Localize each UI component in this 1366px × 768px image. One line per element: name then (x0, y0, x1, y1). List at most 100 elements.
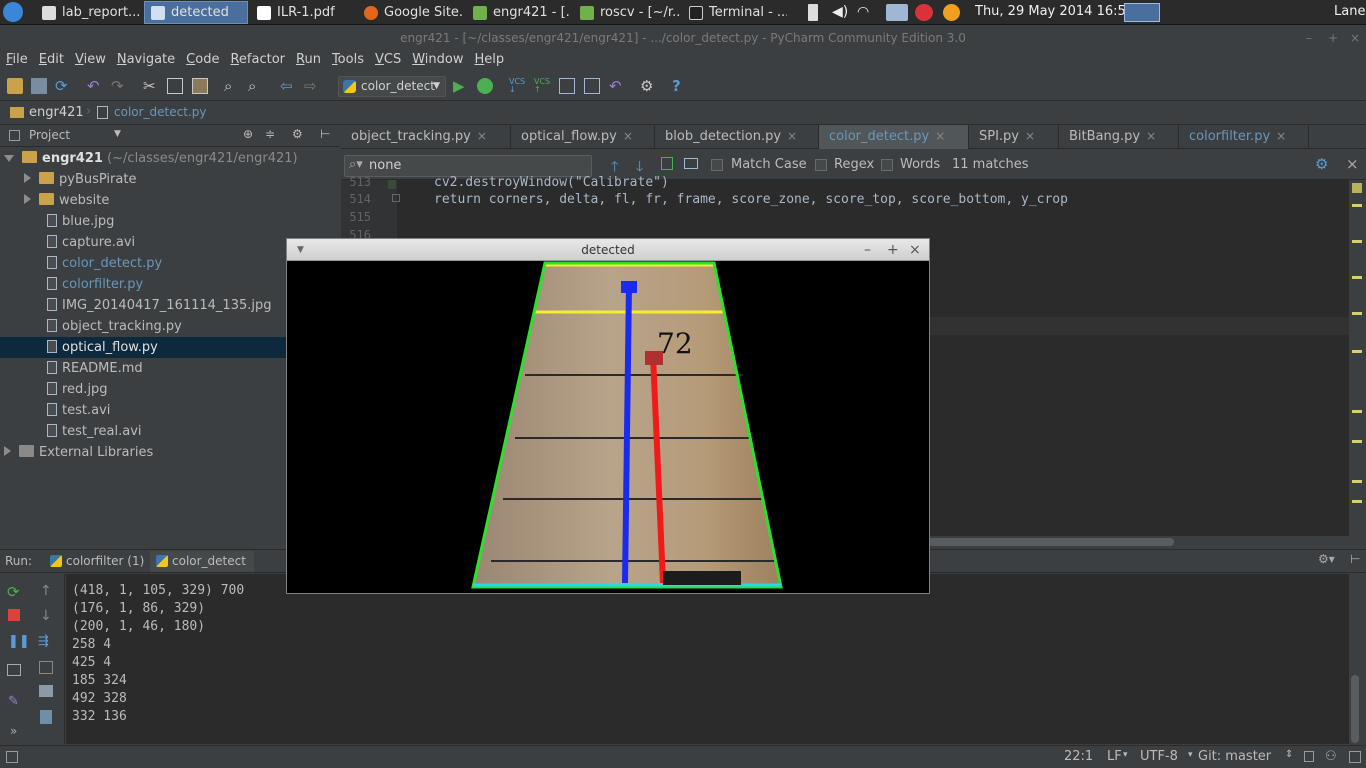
event-log-icon[interactable] (1349, 751, 1361, 763)
taskbar-item-terminal[interactable]: Terminal - ... (683, 1, 787, 24)
menu-window[interactable]: Window (406, 49, 468, 71)
vcs-compare-icon[interactable] (559, 78, 575, 94)
open-folder-icon[interactable] (7, 78, 23, 94)
line-separator[interactable]: LF (1107, 749, 1122, 764)
volume-icon[interactable]: ◀) (832, 4, 850, 21)
breadcrumb-file[interactable]: color_detect.py (114, 105, 206, 119)
pause-icon[interactable]: ❚❚ (8, 634, 30, 649)
close-find-icon[interactable]: × (1346, 155, 1359, 173)
undo-icon[interactable]: ↶ (87, 78, 103, 94)
close-tab-icon[interactable]: × (623, 129, 633, 143)
tree-item-folder[interactable]: pyBusPirate (0, 169, 340, 190)
taskbar-item-pycharm-roscv[interactable]: roscv - [~/r... (574, 1, 680, 24)
help-icon[interactable]: ? (672, 78, 688, 94)
forward-icon[interactable]: ⇨ (304, 78, 320, 94)
fold-marker-icon[interactable] (392, 194, 400, 202)
file-encoding[interactable]: UTF-8 (1140, 749, 1178, 764)
run-icon[interactable]: ▶ (453, 78, 469, 94)
expand-arrow-icon[interactable] (4, 155, 14, 162)
settings-icon[interactable]: ⚙ (640, 78, 656, 94)
menu-run[interactable]: Run (290, 49, 326, 71)
menu-file[interactable]: File (0, 49, 33, 71)
wifi-icon[interactable]: ◠ (857, 4, 877, 21)
match-case-label[interactable]: Match Case (731, 157, 807, 172)
menu-view[interactable]: View (69, 49, 111, 71)
search-input[interactable]: ⌕▾ none (344, 155, 592, 177)
paste-icon[interactable] (192, 78, 208, 94)
chevron-down-icon[interactable]: ▼ (114, 129, 121, 139)
run-config-select[interactable]: color_detect ▼ (338, 76, 446, 97)
close-tab-icon[interactable]: × (1025, 129, 1035, 143)
tab-bitbang[interactable]: BitBang.py × (1059, 125, 1179, 149)
words-checkbox[interactable] (881, 159, 893, 171)
scroll-to-end-icon[interactable] (39, 661, 53, 674)
expand-arrow-icon[interactable] (24, 173, 31, 183)
caret-position[interactable]: 22:1 (1064, 749, 1093, 764)
breadcrumb-project[interactable]: engr421 (29, 105, 84, 120)
clear-icon[interactable] (40, 710, 52, 724)
close-tab-icon[interactable]: × (1276, 129, 1286, 143)
taskbar-item-lab-report[interactable]: lab_report... (36, 1, 140, 24)
expand-icon[interactable]: » (10, 724, 17, 738)
cut-icon[interactable]: ✂ (143, 78, 159, 94)
back-icon[interactable]: ⇦ (280, 78, 296, 94)
tree-item-root[interactable]: engr421 (~/classes/engr421/engr421) (0, 148, 340, 169)
console-scrollbar[interactable] (1351, 675, 1359, 743)
menu-refactor[interactable]: Refactor (224, 49, 290, 71)
user-name[interactable]: Lane (1334, 4, 1365, 19)
expand-arrow-icon[interactable] (4, 446, 11, 456)
close-tab-icon[interactable]: × (477, 129, 487, 143)
vcs-update-icon[interactable]: VCS ↓ (509, 78, 525, 94)
replace-icon[interactable]: ⌕ (248, 78, 264, 94)
tab-blob-detection[interactable]: blob_detection.py × (655, 125, 819, 149)
menu-navigate[interactable]: Navigate (111, 49, 180, 71)
redo-icon[interactable]: ↷ (111, 78, 127, 94)
minimize-icon[interactable]: – (864, 239, 871, 261)
hide-pane-icon[interactable]: ⊢ (320, 127, 330, 141)
run-tab-color-detect[interactable]: color_detect (150, 551, 254, 572)
vcs-commit-icon[interactable]: VCS ↑ (534, 78, 550, 94)
smiley-icon[interactable] (943, 4, 960, 21)
run-console[interactable]: (418, 1, 105, 329) 700 (176, 1, 86, 329)… (66, 574, 1349, 744)
menu-tools[interactable]: Tools (326, 49, 369, 71)
vcs-revert-icon[interactable]: ↶ (609, 78, 625, 94)
words-label[interactable]: Words (900, 157, 940, 172)
close-tab-icon[interactable]: × (1146, 129, 1156, 143)
taskbar-item-detected[interactable]: detected (144, 1, 248, 24)
taskbar-item-firefox[interactable]: Google Site... (358, 1, 464, 24)
maximize-icon[interactable]: + (1328, 25, 1338, 51)
workspace-switcher[interactable] (1124, 3, 1160, 22)
tab-object-tracking[interactable]: object_tracking.py × (341, 125, 511, 149)
app-menu-icon[interactable] (3, 2, 23, 22)
select-all-icon[interactable] (684, 158, 698, 169)
find-icon[interactable]: ⌕ (224, 78, 240, 94)
rerun-icon[interactable]: ⟳ (7, 583, 20, 601)
expand-arrow-icon[interactable] (24, 194, 31, 204)
clock[interactable]: Thu, 29 May 2014 16:53 (975, 4, 1134, 19)
taskbar-item-pdf[interactable]: ILR-1.pdf (251, 1, 355, 24)
maximize-icon[interactable]: + (887, 239, 899, 261)
menu-code[interactable]: Code (180, 49, 224, 71)
window-menu-icon[interactable]: ▼ (297, 239, 304, 261)
update-icon[interactable] (915, 4, 933, 21)
detected-window[interactable]: ▼ detected – + × 72 (286, 238, 930, 594)
debug-icon[interactable] (477, 78, 493, 94)
regex-checkbox[interactable] (815, 159, 827, 171)
tree-item-folder[interactable]: website (0, 190, 340, 211)
lock-icon[interactable] (1304, 751, 1314, 762)
scroll-from-source-icon[interactable]: ⊕ (243, 127, 253, 141)
menu-edit[interactable]: Edit (33, 49, 69, 71)
inspector-icon[interactable]: ⚇ (1325, 749, 1337, 764)
menu-vcs[interactable]: VCS (369, 49, 406, 71)
gear-icon[interactable]: ⚙ (292, 127, 303, 141)
print-icon[interactable] (39, 685, 53, 697)
tab-optical-flow[interactable]: optical_flow.py × (511, 125, 655, 149)
pin-icon[interactable]: ✎ (8, 694, 19, 709)
hide-pane-icon[interactable]: ⊢ (1350, 552, 1360, 566)
regex-label[interactable]: Regex (834, 157, 874, 172)
copy-icon[interactable] (167, 78, 183, 94)
vcs-branch[interactable]: Git: master (1198, 749, 1271, 764)
battery-icon[interactable] (808, 4, 818, 21)
save-icon[interactable] (31, 78, 47, 94)
vcs-history-icon[interactable] (584, 78, 600, 94)
